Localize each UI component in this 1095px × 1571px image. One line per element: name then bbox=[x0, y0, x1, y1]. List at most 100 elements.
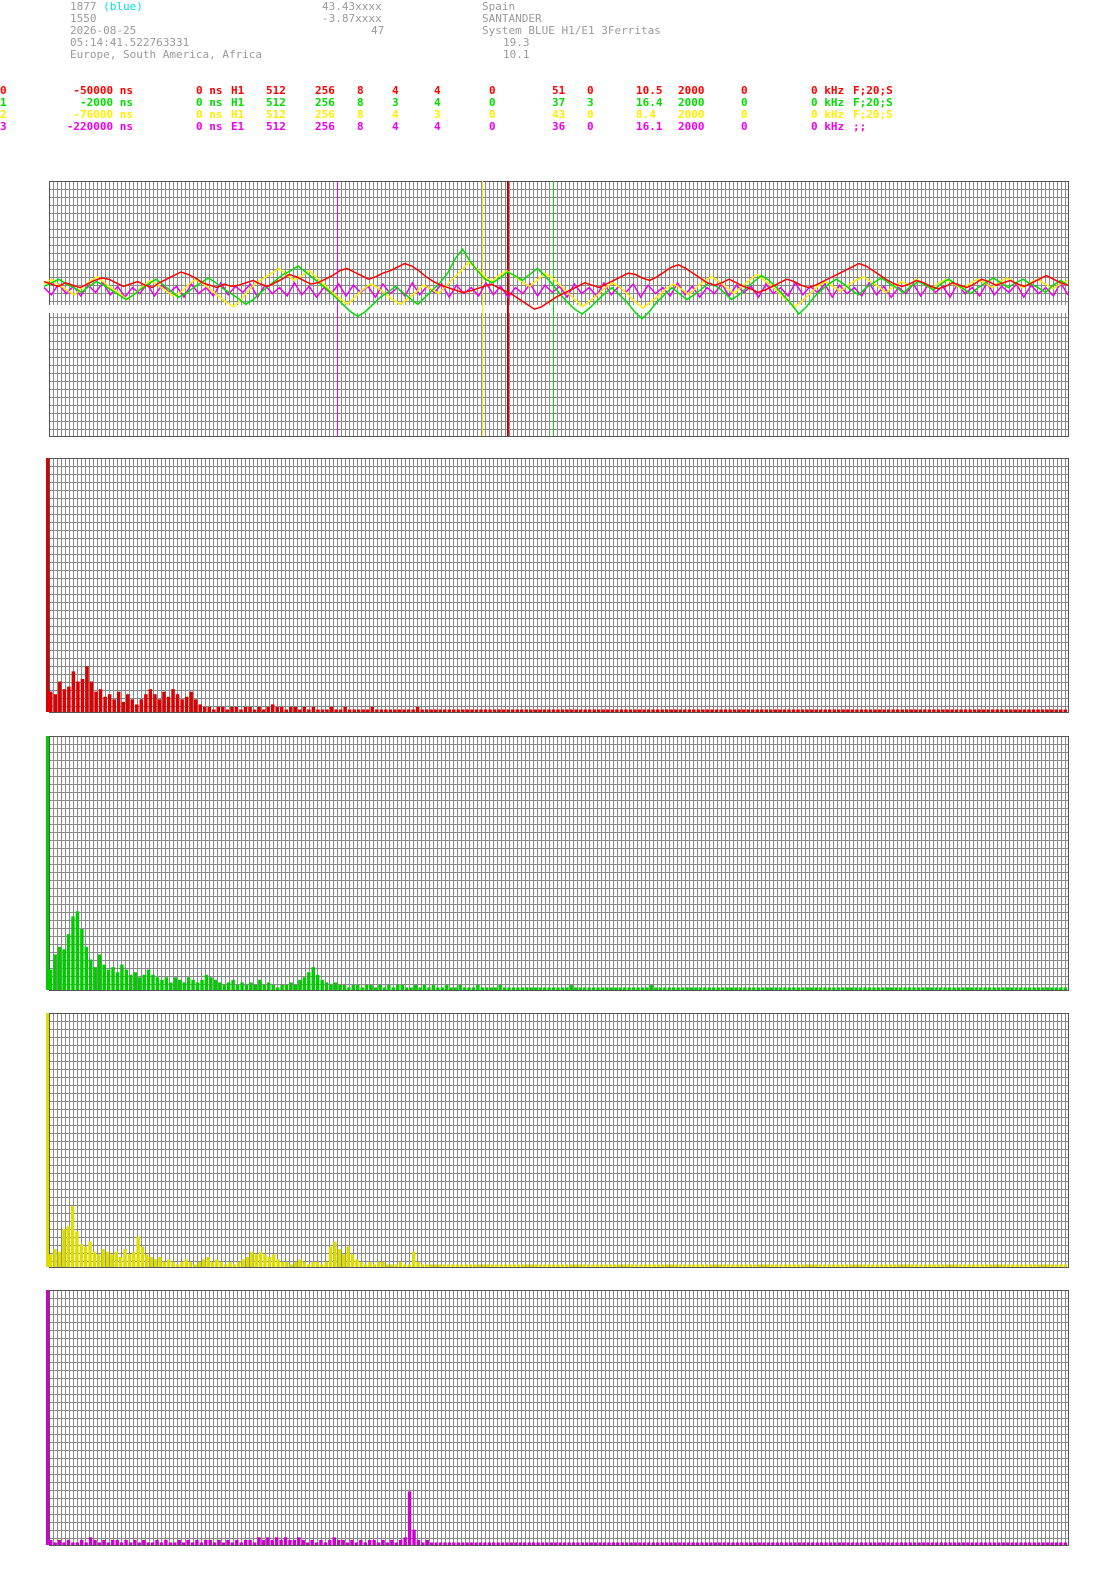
spectrum-bar-0-67 bbox=[352, 709, 356, 712]
spectrum-bar-1-176 bbox=[832, 987, 836, 990]
spectrum-bar-1-15 bbox=[115, 972, 120, 990]
spectrum-bar-0-216 bbox=[1027, 709, 1031, 712]
spectrum-bar-1-133 bbox=[640, 987, 645, 990]
spectrum-bar-1-153 bbox=[729, 987, 734, 990]
spectrum-bar-2-202 bbox=[932, 1264, 936, 1267]
spectrum-bar-0-98 bbox=[492, 709, 497, 712]
spectrum-bar-2-126 bbox=[600, 1264, 604, 1267]
spectrum-bar-2-45 bbox=[245, 1256, 250, 1267]
spectrum-bar-1-225 bbox=[1050, 987, 1054, 990]
spectrum-bar-2-97 bbox=[473, 1264, 477, 1267]
spectrum-bar-0-29 bbox=[180, 699, 184, 712]
spectrum-bar-2-32 bbox=[188, 1261, 193, 1267]
spectrum-bar-2-76 bbox=[381, 1261, 385, 1267]
spectrum-bar-3-226 bbox=[1050, 1542, 1054, 1545]
spectrum-bar-1-47 bbox=[258, 979, 262, 990]
spectrum-bar-2-188 bbox=[871, 1264, 875, 1267]
spectrum-bar-0-26 bbox=[166, 696, 171, 712]
spectrum-bar-0-88 bbox=[447, 709, 452, 712]
spectrum-bar-3-80 bbox=[403, 1537, 407, 1545]
spectrum-bar-1-60 bbox=[315, 974, 320, 990]
spectrum-bar-2-224 bbox=[1028, 1264, 1033, 1267]
spectrum-bar-1-185 bbox=[872, 987, 876, 990]
spectrum-bar-1-214 bbox=[1001, 987, 1005, 990]
spectrum-bar-2-228 bbox=[1046, 1264, 1050, 1267]
spectrum-bar-1-106 bbox=[520, 987, 525, 990]
spectrum-bar-2-111 bbox=[534, 1264, 538, 1267]
spectrum-bar-0-72 bbox=[375, 709, 379, 712]
spectrum-bar-0-150 bbox=[728, 709, 732, 712]
spectrum-bar-2-134 bbox=[635, 1264, 639, 1267]
spectrum-bar-0-6 bbox=[76, 681, 80, 712]
spectrum-bar-1-201 bbox=[943, 987, 947, 990]
spectrum-bar-3-72 bbox=[367, 1539, 372, 1545]
spectrum-bar-2-171 bbox=[796, 1264, 801, 1267]
spectrum-bar-2-66 bbox=[337, 1249, 342, 1267]
spectrum-bar-1-132 bbox=[636, 987, 640, 990]
spectrum-bar-2-167 bbox=[779, 1264, 783, 1267]
spectrum-bar-3-144 bbox=[686, 1542, 691, 1545]
spectrum-bar-2-174 bbox=[809, 1264, 814, 1267]
spectrum-bar-2-93 bbox=[455, 1264, 460, 1267]
spectrum-bar-2-47 bbox=[254, 1254, 258, 1267]
spectrum-bar-0-136 bbox=[664, 709, 669, 712]
spectrum-bar-1-62 bbox=[324, 982, 329, 990]
spectrum-bar-1-124 bbox=[600, 987, 605, 990]
spectrum-bar-2-0 bbox=[49, 1254, 53, 1267]
spectrum-bar-0-35 bbox=[207, 706, 212, 712]
spectrum-bar-2-225 bbox=[1033, 1264, 1037, 1267]
spectrum-bar-2-25 bbox=[158, 1256, 162, 1267]
spectrum-bar-3-7 bbox=[80, 1539, 84, 1545]
spectrum-bar-0-117 bbox=[578, 709, 583, 712]
spectrum-bar-3-82 bbox=[412, 1529, 416, 1545]
spectrum-bar-1-93 bbox=[462, 987, 467, 990]
spectrum-bar-0-53 bbox=[289, 706, 293, 712]
spectrum-bar-1-21 bbox=[142, 974, 146, 990]
spectrum-bar-3-114 bbox=[554, 1542, 558, 1545]
spectrum-bar-2-195 bbox=[901, 1264, 906, 1267]
spectrum-bar-1-43 bbox=[240, 982, 244, 990]
spectrum-bar-2-151 bbox=[709, 1264, 713, 1267]
spectrum-bar-0-209 bbox=[995, 709, 1000, 712]
spectrum-bar-1-50 bbox=[271, 984, 275, 990]
spectrum-bar-2-100 bbox=[486, 1264, 490, 1267]
spectrum-bar-3-62 bbox=[323, 1542, 328, 1545]
spectrum-bar-2-150 bbox=[705, 1264, 709, 1267]
spectrum-bar-3-167 bbox=[788, 1542, 793, 1545]
spectrum-grid-3 bbox=[49, 1290, 1068, 1545]
spectrum-bar-3-43 bbox=[239, 1542, 243, 1545]
spectrum-bar-3-99 bbox=[487, 1542, 492, 1545]
spectrum-bar-2-127 bbox=[604, 1264, 608, 1267]
spectrum-bar-1-123 bbox=[596, 987, 600, 990]
spectrum-bar-3-118 bbox=[571, 1542, 576, 1545]
spectrum-bar-2-37 bbox=[210, 1261, 215, 1267]
spectrum-bar-0-192 bbox=[918, 709, 923, 712]
spectrum-bar-0-208 bbox=[991, 709, 995, 712]
spectrum-bar-3-67 bbox=[345, 1542, 350, 1545]
spectrum-bar-0-40 bbox=[230, 706, 234, 712]
spectrum-bar-1-137 bbox=[658, 987, 663, 990]
spectrum-bar-0-185 bbox=[886, 709, 891, 712]
spectrum-bar-2-106 bbox=[512, 1264, 516, 1267]
spectrum-bar-0-108 bbox=[538, 709, 542, 712]
spectrum-bar-3-54 bbox=[288, 1539, 292, 1545]
spectrum-bar-2-58 bbox=[302, 1261, 307, 1267]
spectrum-bar-3-181 bbox=[850, 1542, 855, 1545]
spectrum-bar-3-221 bbox=[1028, 1542, 1032, 1545]
spectrum-bar-2-4 bbox=[66, 1226, 70, 1267]
spectrum-bar-3-110 bbox=[536, 1542, 540, 1545]
spectrum-bar-0-144 bbox=[701, 709, 705, 712]
spectrum-bar-2-75 bbox=[377, 1261, 381, 1267]
spectrum-bar-2-141 bbox=[665, 1264, 670, 1267]
spectrum-bar-3-14 bbox=[111, 1539, 115, 1545]
spectrum-bar-1-11 bbox=[97, 954, 102, 990]
spectrum-bar-2-216 bbox=[993, 1264, 998, 1267]
spectrum-bar-2-85 bbox=[420, 1264, 425, 1267]
spectrum-bar-2-31 bbox=[184, 1259, 188, 1267]
spectrum-bar-2-117 bbox=[560, 1264, 565, 1267]
spectrum-bar-0-14 bbox=[112, 699, 116, 712]
spectrum-bar-1-87 bbox=[436, 987, 440, 990]
spectrum-bar-2-108 bbox=[521, 1264, 525, 1267]
spectrum-bar-3-135 bbox=[647, 1542, 651, 1545]
spectrum-bar-2-121 bbox=[578, 1264, 582, 1267]
